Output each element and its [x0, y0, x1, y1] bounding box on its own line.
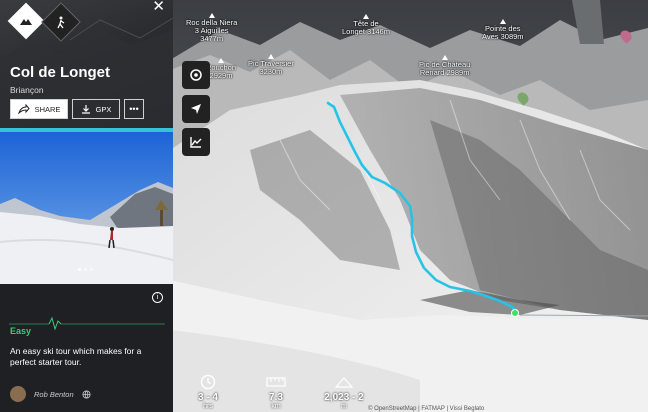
route-start-marker: [511, 309, 519, 317]
mountain-logo-icon: [7, 2, 45, 40]
download-icon: [81, 105, 90, 114]
locate-button[interactable]: [182, 61, 210, 89]
target-icon: [190, 69, 202, 81]
route-panel: ✕ Col de Longet Briançon SHARE GPX ••• i…: [0, 0, 173, 412]
stat-unit: km: [271, 403, 281, 410]
share-button[interactable]: SHARE: [10, 99, 68, 119]
elevation-profile-button[interactable]: [182, 128, 210, 156]
route-title: Col de Longet: [10, 64, 110, 81]
difficulty-graph: [9, 316, 165, 330]
stat-unit: hrs: [203, 403, 213, 410]
stat-value: 7.3: [269, 392, 283, 403]
info-icon[interactable]: i: [152, 292, 163, 303]
gpx-download-button[interactable]: GPX: [72, 99, 120, 119]
stat-unit: m: [341, 403, 347, 410]
difficulty-label: Easy: [10, 326, 32, 336]
route-photo[interactable]: [0, 132, 173, 284]
share-label: SHARE: [34, 104, 61, 114]
clock-icon: [200, 374, 216, 390]
peak-label: Roc della Niera 3 Aiguilles 3477m: [186, 13, 237, 43]
author-name[interactable]: Rob Benton: [34, 390, 74, 399]
peak-label: Pic de Château Renard 2989m: [419, 55, 470, 77]
route-description: An easy ski tour which makes for a perfe…: [10, 346, 142, 367]
map-attribution[interactable]: © OpenStreetMap | FATMAP | Vissi Beglato: [368, 406, 484, 412]
chart-icon: [190, 137, 202, 148]
peak-label: Tête de Longet 3146m: [342, 14, 390, 36]
author-row[interactable]: Rob Benton: [10, 386, 91, 402]
route-location: Briançon: [10, 85, 44, 95]
app-logo[interactable]: [7, 2, 81, 42]
flyover-button[interactable]: [182, 95, 210, 123]
stat-duration: 3 - 4 hrs: [182, 373, 234, 410]
elevation-icon: [335, 377, 353, 388]
close-icon[interactable]: ✕: [152, 0, 165, 15]
stat-elevation: 2,023 - 2 m: [318, 373, 370, 410]
panel-header: ✕ Col de Longet Briançon SHARE GPX •••: [0, 0, 173, 128]
peak-label: Rouchon 2929m: [206, 58, 236, 80]
avatar[interactable]: [10, 386, 26, 402]
plane-icon: [191, 104, 201, 114]
more-icon: •••: [129, 104, 139, 114]
stat-value: 2,023 - 2: [324, 392, 364, 403]
route-stats: 3 - 4 hrs 7.3 km 2,023 - 2 m: [182, 373, 370, 410]
hiker-icon: [41, 2, 81, 42]
share-icon: [17, 104, 30, 114]
photo-pagination[interactable]: [78, 268, 93, 271]
stat-value: 3 - 4: [197, 392, 218, 403]
action-bar: SHARE GPX •••: [10, 99, 144, 119]
peak-label: Pointe des Aves 3089m: [482, 19, 524, 41]
ruler-icon: [266, 377, 286, 387]
peak-label: Pic Traversier 3230m: [248, 54, 294, 76]
more-options-button[interactable]: •••: [124, 99, 144, 119]
stat-distance: 7.3 km: [250, 373, 302, 410]
globe-icon: [82, 389, 91, 399]
gpx-label: GPX: [95, 104, 112, 114]
